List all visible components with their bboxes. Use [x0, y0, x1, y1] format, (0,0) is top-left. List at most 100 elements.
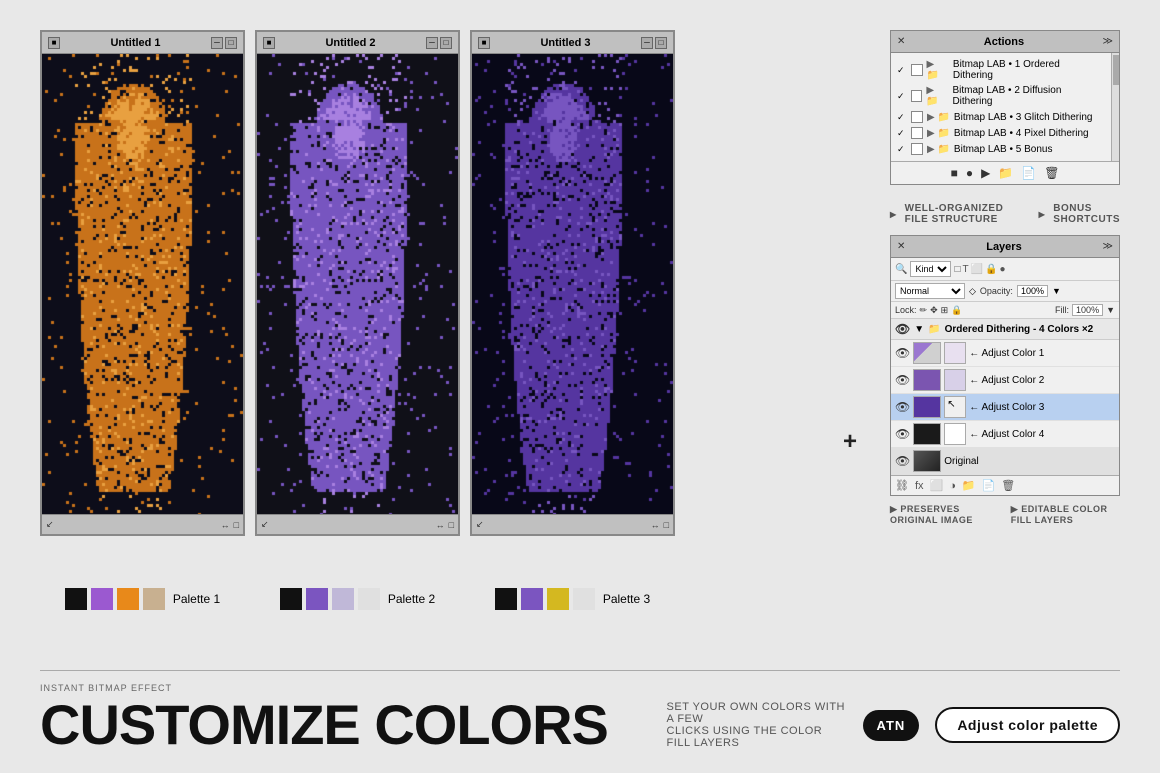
palette-2-label: Palette 2 — [388, 592, 435, 606]
window-1-close[interactable]: ■ — [48, 37, 60, 49]
plus-connector: + — [830, 230, 870, 654]
blend-mode-dropdown[interactable]: Normal — [895, 283, 965, 299]
new-action-btn[interactable]: 📄 — [1021, 166, 1036, 180]
play-btn[interactable]: ▶ — [981, 166, 990, 180]
action-item-4: ✓ ▶ 📁 Bitmap LAB • 4 Pixel Dithering — [891, 125, 1105, 141]
actions-panel-expand[interactable]: ≫ — [1103, 36, 1113, 47]
action-5-label: Bitmap LAB • 5 Bonus — [954, 144, 1053, 155]
window-2-footer-nav: ↔ □ — [436, 520, 454, 530]
instant-label: INSTANT BITMAP EFFECT — [40, 683, 1120, 693]
record-btn[interactable]: ● — [966, 166, 973, 180]
layer-item-2[interactable]: 👁 ← Adjust Color 2 — [891, 367, 1119, 394]
palette-1-group: Palette 1 — [65, 544, 220, 654]
window-2-min[interactable]: ─ — [426, 37, 438, 49]
feature-2-arrow: ▶ — [1039, 210, 1046, 219]
actions-panel-title: Actions — [984, 36, 1024, 48]
action-item-3: ✓ ▶ 📁 Bitmap LAB • 3 Glitch Dithering — [891, 109, 1105, 125]
fx-btn[interactable]: fx — [915, 480, 924, 492]
action-2-checkbox[interactable] — [911, 90, 923, 102]
ps-window-1: ■ Untitled 1 ─ □ ↙ ↔ □ — [40, 30, 245, 536]
pixel-icon: □ — [954, 264, 960, 275]
action-5-checkbox[interactable] — [911, 143, 923, 155]
window-3-close[interactable]: ■ — [478, 37, 490, 49]
window-2-close[interactable]: ■ — [263, 37, 275, 49]
window-3-min[interactable]: ─ — [641, 37, 653, 49]
new-group-btn[interactable]: 📁 — [962, 479, 976, 492]
feature-preserves: ▶ PRESERVES ORIGINAL IMAGE — [890, 504, 995, 525]
palette-2-group: Palette 2 — [280, 544, 435, 654]
feature-3-label: PRESERVES ORIGINAL IMAGE — [890, 504, 973, 525]
action-5-folder: ▶ 📁 — [927, 144, 950, 155]
cta-button[interactable]: Adjust color palette — [935, 707, 1120, 743]
lock-all-btn[interactable]: 🔒 — [951, 305, 962, 316]
group-folder-icon: 📁 — [928, 324, 940, 335]
lock-artboard-btn[interactable]: ⊞ — [941, 305, 949, 316]
layer-2-thumbnail — [913, 369, 941, 391]
new-layer-btn[interactable]: 📄 — [982, 479, 996, 492]
opacity-expand[interactable]: ▼ — [1052, 286, 1061, 296]
actions-panel-close[interactable]: ✕ — [897, 36, 905, 47]
opacity-value[interactable]: 100% — [1017, 285, 1048, 297]
action-4-checkbox[interactable] — [911, 127, 923, 139]
window-3-max[interactable]: □ — [655, 37, 667, 49]
group-eye-icon[interactable]: 👁 — [895, 322, 910, 336]
feature-1-arrow: ▶ — [890, 210, 897, 219]
window-2-controls: ─ □ — [426, 37, 452, 49]
features-bottom-row: ▶ PRESERVES ORIGINAL IMAGE ▶ EDITABLE CO… — [890, 504, 1120, 525]
action-3-checkbox[interactable] — [911, 111, 923, 123]
lock-pos-btn[interactable]: ✥ — [930, 305, 938, 316]
delete-btn[interactable]: 🗑 — [1044, 166, 1059, 180]
actions-scrollbar[interactable] — [1111, 53, 1119, 161]
window-1-footer-nav: ↔ □ — [221, 520, 239, 530]
window-1-min[interactable]: ─ — [211, 37, 223, 49]
action-1-folder: ▶ 📁 — [927, 59, 949, 81]
layer-item-1[interactable]: 👁 ← Adjust Color 1 — [891, 340, 1119, 367]
window-1-controls: ─ □ — [211, 37, 237, 49]
layer-4-mask — [944, 423, 966, 445]
layer-4-eye[interactable]: 👁 — [895, 427, 910, 441]
window-1-footer-arrow-left: ↙ — [46, 519, 54, 530]
layer-item-4[interactable]: 👁 ← Adjust Color 4 — [891, 421, 1119, 448]
action-4-label: Bitmap LAB • 4 Pixel Dithering — [954, 128, 1089, 139]
layer-item-3[interactable]: 👁 ↖ ← Adjust Color 3 — [891, 394, 1119, 421]
customize-title: CUSTOMIZE COLORS — [40, 697, 608, 753]
layer-3-eye[interactable]: 👁 — [895, 400, 910, 414]
layers-panel-close[interactable]: ✕ — [897, 241, 905, 252]
palette-1-swatch-1 — [65, 588, 87, 610]
fill-expand[interactable]: ▼ — [1106, 305, 1115, 315]
delete-layer-btn[interactable]: 🗑 — [1001, 479, 1015, 492]
fill-value[interactable]: 100% — [1072, 304, 1103, 316]
action-item-5: ✓ ▶ 📁 Bitmap LAB • 5 Bonus — [891, 141, 1105, 157]
lock-pixels-btn[interactable]: ✏ — [920, 305, 928, 316]
new-set-btn[interactable]: 📁 — [998, 166, 1013, 180]
window-2-max[interactable]: □ — [440, 37, 452, 49]
original-layer[interactable]: 👁 Original — [891, 448, 1119, 475]
window-1-max[interactable]: □ — [225, 37, 237, 49]
layer-1-eye[interactable]: 👁 — [895, 346, 910, 360]
kind-dropdown[interactable]: Kind — [910, 261, 951, 277]
layers-search-row: 🔍 Kind □ T ⬜ 🔒 ● — [891, 258, 1119, 281]
cursor-icon: ↖ — [947, 399, 955, 410]
action-1-checkbox[interactable] — [911, 64, 923, 76]
feature-editable: ▶ EDITABLE COLOR FILL LAYERS — [1011, 504, 1120, 525]
feature-2-label: BONUS SHORTCUTS — [1053, 203, 1120, 225]
action-3-check: ✓ — [897, 112, 907, 123]
window-2-titlebar: ■ Untitled 2 ─ □ — [257, 32, 458, 54]
action-4-folder: ▶ 📁 — [927, 128, 950, 139]
link-layers-btn[interactable]: ⛓ — [895, 479, 909, 492]
mask-btn[interactable]: ⬜ — [930, 479, 944, 492]
adj-layer-btn[interactable]: ◑ — [949, 480, 956, 492]
action-2-check: ✓ — [897, 91, 907, 102]
feature-1-label: WELL-ORGANIZED FILE STRUCTURE — [905, 203, 1019, 225]
layer-4-thumbnail — [913, 423, 941, 445]
action-item-1: ✓ ▶ 📁 Bitmap LAB • 1 Ordered Dithering — [891, 57, 1105, 83]
stop-btn[interactable]: ■ — [951, 166, 958, 180]
layers-panel-expand[interactable]: ≫ — [1103, 241, 1113, 252]
windows-group: ■ Untitled 1 ─ □ ↙ ↔ □ — [40, 30, 810, 654]
group-expand-icon[interactable]: ▼ — [914, 324, 924, 335]
layer-2-eye[interactable]: 👁 — [895, 373, 910, 387]
actions-list: ✓ ▶ 📁 Bitmap LAB • 1 Ordered Dithering ✓… — [891, 53, 1119, 161]
palette-2-swatch-2 — [306, 588, 328, 610]
window-3-footer-nav: ↔ □ — [651, 520, 669, 530]
original-eye[interactable]: 👁 — [895, 454, 910, 468]
